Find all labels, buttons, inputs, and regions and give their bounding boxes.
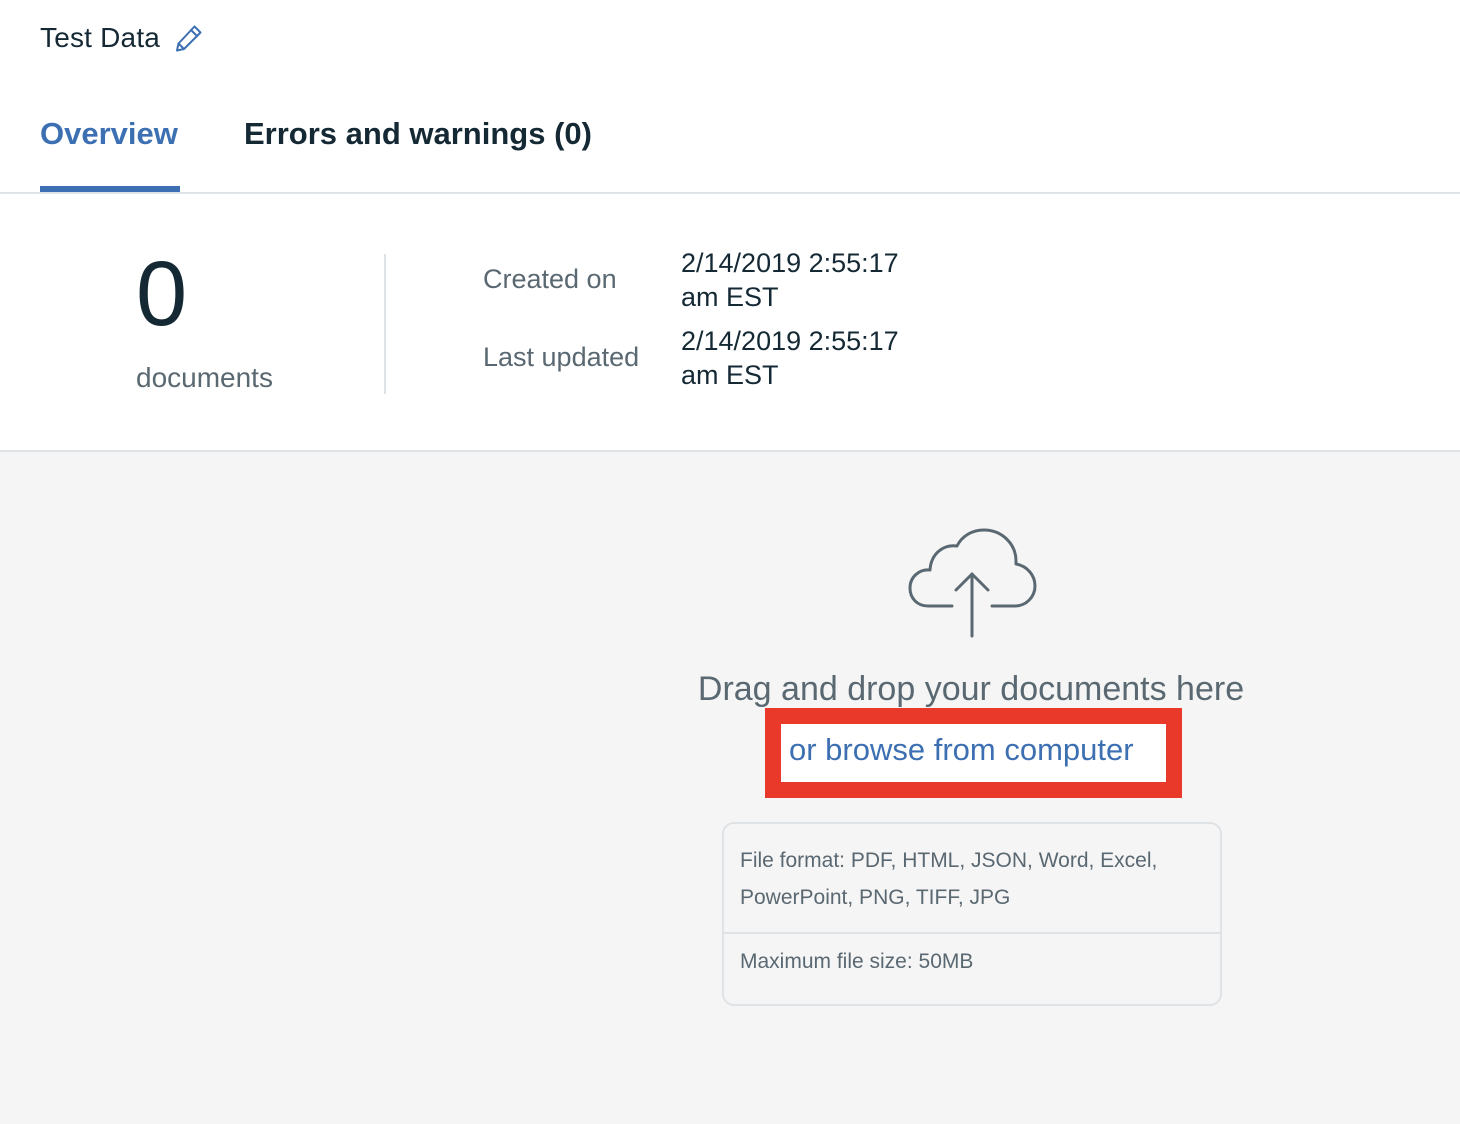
created-on-value: 2/14/2019 2:55:17 am EST: [681, 248, 899, 312]
tab-errors-and-warnings[interactable]: Errors and warnings (0): [244, 116, 592, 152]
collection-header: Test Data: [40, 18, 204, 58]
max-file-size-info: Maximum file size: 50MB: [740, 950, 974, 973]
stats-divider: [384, 254, 386, 394]
page: Test Data Overview Errors and warnings (…: [0, 0, 1460, 1124]
created-on-label: Created on: [483, 264, 617, 294]
tab-bar: Overview Errors and warnings (0): [0, 100, 1460, 194]
last-updated-value: 2/14/2019 2:55:17 am EST: [681, 326, 899, 390]
pencil-icon[interactable]: [174, 23, 204, 53]
last-updated-label: Last updated: [483, 342, 640, 372]
collection-stats: 0 documents Created on 2/14/2019 2:55:17…: [0, 194, 1460, 452]
upload-info-box: File format: PDF, HTML, JSON, Word, Exce…: [722, 822, 1222, 1006]
cloud-upload-icon: [908, 528, 1037, 638]
tab-overview[interactable]: Overview: [40, 116, 178, 152]
document-count: 0: [136, 243, 188, 345]
browse-from-computer-link[interactable]: or browse from computer: [789, 732, 1134, 768]
document-count-label: documents: [136, 362, 273, 393]
file-format-info: File format: PDF, HTML, JSON, Word, Exce…: [740, 849, 1158, 909]
info-divider: [724, 932, 1220, 934]
collection-title: Test Data: [40, 22, 161, 53]
active-tab-indicator: [40, 186, 180, 192]
upload-dropzone[interactable]: Drag and drop your documents here or bro…: [0, 452, 1460, 1124]
drag-drop-text: Drag and drop your documents here: [697, 670, 1245, 708]
